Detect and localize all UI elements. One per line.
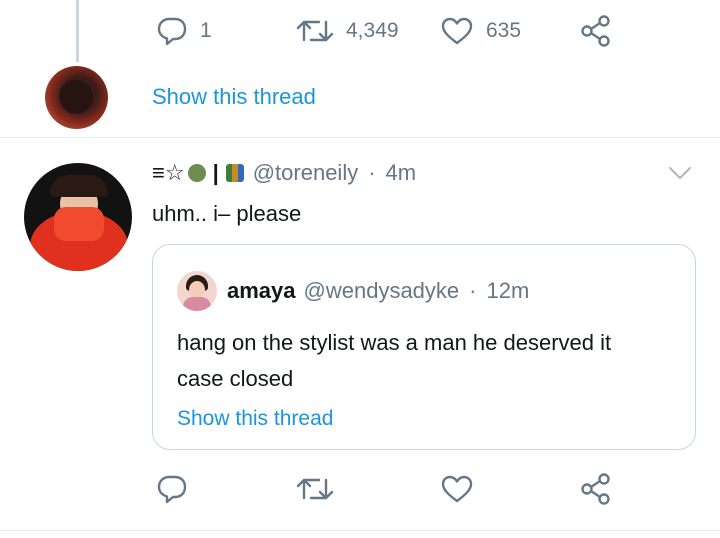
quote-text-line: case closed [177, 366, 294, 391]
avatar[interactable] [45, 66, 108, 129]
retweet-action[interactable]: 4,349 [296, 16, 399, 46]
quote-timestamp: 12m [486, 278, 530, 303]
thread-connector-line [76, 0, 79, 62]
share-action[interactable] [580, 473, 612, 505]
reply-icon [156, 474, 188, 504]
share-icon [580, 473, 612, 505]
tweet-divider [0, 137, 720, 138]
user-handle[interactable]: @toreneily [253, 160, 359, 186]
quote-text-line: hang on the stylist was a man he deserve… [177, 330, 612, 355]
tweet-text: uhm.. i– please [152, 201, 302, 226]
separator-dot: · [368, 160, 376, 185]
show-thread-link[interactable]: Show this thread [152, 84, 316, 110]
reply-icon [156, 16, 188, 46]
share-icon [580, 15, 612, 47]
display-name-separator: | [212, 160, 219, 185]
separator-dot: · [469, 278, 477, 303]
quote-user-handle: @wendysadyke [303, 278, 460, 303]
reply-action[interactable] [156, 474, 188, 504]
quote-avatar[interactable] [177, 271, 217, 311]
heart-icon [440, 16, 474, 46]
tweet-header: ≡☆ | @toreneily · 4m [152, 160, 416, 186]
heart-icon [440, 474, 474, 504]
chevron-down-icon[interactable] [667, 163, 693, 188]
retweet-count: 4,349 [346, 19, 399, 42]
display-name-prefix: ≡☆ [152, 160, 185, 185]
turtle-emoji-icon [187, 164, 206, 182]
retweet-action[interactable] [296, 474, 334, 504]
retweet-icon [296, 16, 334, 46]
like-action[interactable] [440, 474, 474, 504]
timestamp[interactable]: 4m [386, 160, 417, 186]
books-emoji-icon [225, 164, 244, 182]
quote-display-name: amaya [227, 278, 296, 303]
quote-header: amaya @wendysadyke · 12m [177, 271, 529, 311]
reply-count: 1 [200, 19, 212, 42]
like-action[interactable]: 635 [440, 16, 521, 46]
quote-show-thread-link[interactable]: Show this thread [177, 407, 333, 431]
share-action[interactable] [580, 15, 612, 47]
tweet-divider [0, 530, 720, 531]
quote-text: hang on the stylist was a man he deserve… [177, 325, 677, 397]
like-count: 635 [486, 19, 522, 42]
retweet-icon [296, 474, 334, 504]
reply-action[interactable]: 1 [156, 16, 212, 46]
avatar[interactable] [24, 163, 132, 271]
quoted-tweet[interactable]: amaya @wendysadyke · 12m hang on the sty… [152, 244, 696, 450]
display-name[interactable]: ≡☆ | [152, 160, 247, 186]
